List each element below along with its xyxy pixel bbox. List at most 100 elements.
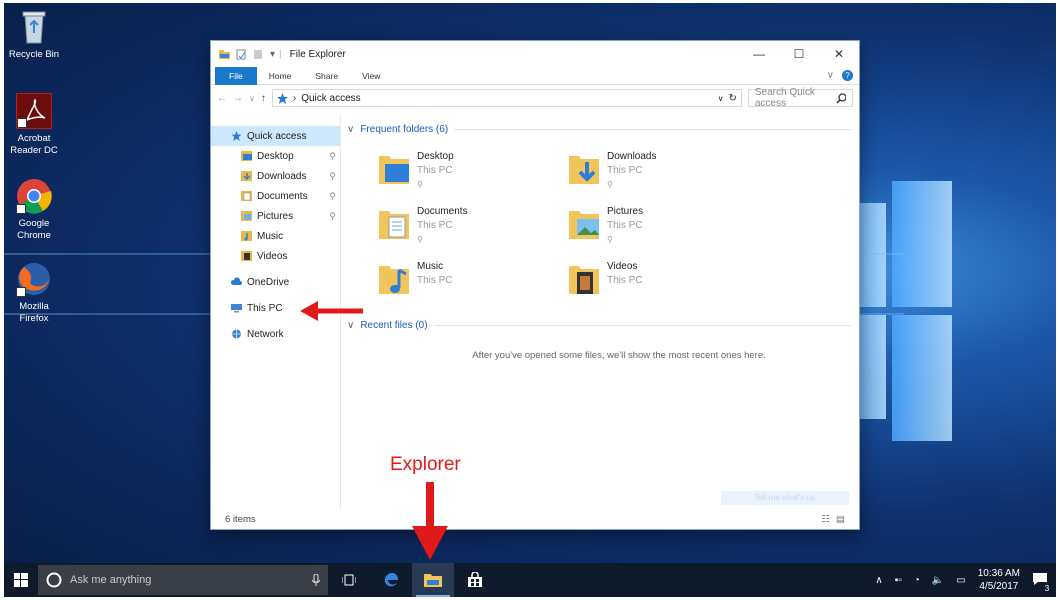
folder-tile-desktop[interactable]: Desktop This PC ⚲: [377, 150, 567, 196]
expand-ribbon-chevron-icon[interactable]: ∨: [827, 70, 834, 81]
pin-icon[interactable]: ⚲: [329, 211, 336, 222]
chrome-icon: [16, 178, 52, 214]
action-center-button[interactable]: 3: [1032, 572, 1052, 593]
breadcrumb-separator-icon: ›: [292, 92, 297, 104]
recent-files-title: Recent files (0): [360, 319, 428, 331]
pictures-folder-icon: [569, 211, 599, 239]
folder-name: Pictures: [607, 206, 644, 217]
file-explorer-icon: [424, 574, 442, 587]
back-arrow-icon[interactable]: ←: [217, 93, 227, 104]
frequent-folders-header[interactable]: ∨ Frequent folders (6): [347, 120, 851, 138]
folder-location: This PC: [417, 220, 453, 231]
cloud-icon: [231, 277, 242, 285]
address-bar[interactable]: › Quick access ∨ ↻: [271, 89, 742, 107]
ghost-button: Tell me what's up: [721, 491, 849, 505]
address-dropdown-chevron-icon[interactable]: ∨: [718, 94, 724, 103]
firefox-icon: [16, 261, 52, 297]
nav-item-quick-access[interactable]: Quick access: [211, 126, 340, 146]
pin-icon[interactable]: ⚲: [329, 191, 336, 202]
nav-item-onedrive[interactable]: OneDrive: [211, 272, 340, 292]
desktop-icon-label: Acrobat Reader DC: [10, 133, 58, 156]
details-view-icon[interactable]: ☷: [821, 514, 830, 525]
folder-name: Desktop: [417, 151, 454, 162]
taskbar: Ask me anything ∧ ▪▫ ◔ 🔈 ▭ 10:36 AM 4/5/…: [4, 563, 1056, 597]
keyboard-icon[interactable]: ▭: [956, 575, 965, 586]
nav-item-music[interactable]: Music: [211, 226, 340, 246]
downloads-folder-icon: [241, 171, 252, 181]
clock-date: 4/5/2017: [979, 581, 1019, 592]
volume-icon[interactable]: 🔈: [932, 575, 944, 586]
customize-toolbar-chevron-icon[interactable]: ▾: [270, 49, 275, 60]
nav-item-this-pc[interactable]: This PC: [211, 298, 340, 318]
task-view-icon: [342, 574, 356, 586]
clock[interactable]: 10:36 AM 4/5/2017: [978, 567, 1020, 593]
folder-tile-music[interactable]: Music This PC: [377, 260, 567, 306]
taskbar-edge-button[interactable]: [370, 563, 412, 597]
taskbar-store-button[interactable]: [454, 563, 496, 597]
recent-files-header[interactable]: ∨ Recent files (0): [347, 316, 851, 334]
help-icon[interactable]: ?: [842, 70, 853, 81]
folder-name: Documents: [417, 206, 468, 217]
search-input[interactable]: Search Quick access: [747, 87, 853, 109]
wifi-icon[interactable]: ◔: [914, 575, 920, 586]
videos-folder-icon: [241, 251, 252, 261]
collapse-chevron-icon: ∨: [347, 123, 355, 135]
nav-item-network[interactable]: Network: [211, 324, 340, 344]
documents-folder-icon: [241, 191, 252, 201]
nav-item-desktop[interactable]: Desktop ⚲: [211, 146, 340, 166]
taskbar-file-explorer-button[interactable]: [412, 563, 454, 597]
pin-icon[interactable]: ⚲: [329, 151, 336, 162]
minimize-button[interactable]: —: [739, 41, 779, 67]
maximize-button[interactable]: ☐: [779, 41, 819, 67]
nav-item-pictures[interactable]: Pictures ⚲: [211, 206, 340, 226]
tab-view[interactable]: View: [350, 67, 392, 85]
desktop-icon-label: Recycle Bin: [8, 49, 60, 60]
refresh-icon[interactable]: ↻: [728, 93, 736, 104]
folder-tile-pictures[interactable]: Pictures This PC ⚲: [567, 205, 757, 251]
music-folder-icon: [241, 231, 252, 241]
folder-tile-videos[interactable]: Videos This PC: [567, 260, 757, 306]
nav-item-downloads[interactable]: Downloads ⚲: [211, 166, 340, 186]
cortana-search-box[interactable]: Ask me anything: [38, 565, 328, 595]
battery-icon[interactable]: ▪▫: [895, 575, 902, 586]
folder-tile-documents[interactable]: Documents This PC ⚲: [377, 205, 567, 251]
nav-item-documents[interactable]: Documents ⚲: [211, 186, 340, 206]
breadcrumb-quick-access[interactable]: Quick access: [301, 93, 360, 104]
desktop-icon-firefox[interactable]: Mozilla Firefox: [4, 261, 64, 325]
desktop-icon-recycle-bin[interactable]: Recycle Bin: [4, 9, 64, 61]
close-button[interactable]: ✕: [819, 41, 859, 67]
nav-item-videos[interactable]: Videos: [211, 246, 340, 266]
downloads-folder-icon: [569, 156, 599, 184]
nav-item-label: This PC: [247, 302, 283, 314]
folder-icon: [219, 49, 230, 59]
pin-icon: ⚲: [417, 180, 423, 189]
pin-icon[interactable]: ⚲: [329, 171, 336, 182]
tab-share[interactable]: Share: [303, 67, 350, 85]
pin-icon: ⚲: [607, 180, 613, 189]
desktop-icon-acrobat[interactable]: Acrobat Reader DC: [4, 93, 64, 157]
new-folder-icon[interactable]: [253, 49, 264, 60]
tab-file[interactable]: File: [215, 66, 257, 85]
star-icon: [231, 131, 242, 141]
cortana-icon: [46, 572, 62, 588]
start-button[interactable]: [4, 563, 38, 597]
nav-item-label: Desktop: [257, 150, 294, 162]
forward-arrow-icon[interactable]: →: [233, 93, 243, 104]
properties-icon[interactable]: [236, 49, 247, 60]
recent-locations-chevron-icon[interactable]: ∨: [249, 94, 255, 103]
show-hidden-icons-chevron-icon[interactable]: ∧: [875, 575, 882, 586]
task-view-button[interactable]: [328, 563, 370, 597]
desktop-icon-label: Google Chrome: [17, 218, 51, 241]
microphone-icon[interactable]: [312, 574, 320, 586]
recycle-bin-icon: [16, 9, 52, 45]
folder-location: This PC: [607, 165, 643, 176]
up-arrow-icon[interactable]: ↑: [261, 93, 266, 104]
documents-folder-icon: [379, 211, 409, 239]
desktop-icon-chrome[interactable]: Google Chrome: [4, 178, 64, 242]
notification-count-badge: 3: [1042, 583, 1052, 593]
large-icons-view-icon[interactable]: ▤: [836, 514, 845, 525]
frequent-folders-title: Frequent folders (6): [360, 123, 449, 135]
folder-tile-downloads[interactable]: Downloads This PC ⚲: [567, 150, 757, 196]
tab-home[interactable]: Home: [257, 67, 304, 85]
file-explorer-window: ▾ | File Explorer — ☐ ✕ File Home Share …: [210, 40, 860, 530]
